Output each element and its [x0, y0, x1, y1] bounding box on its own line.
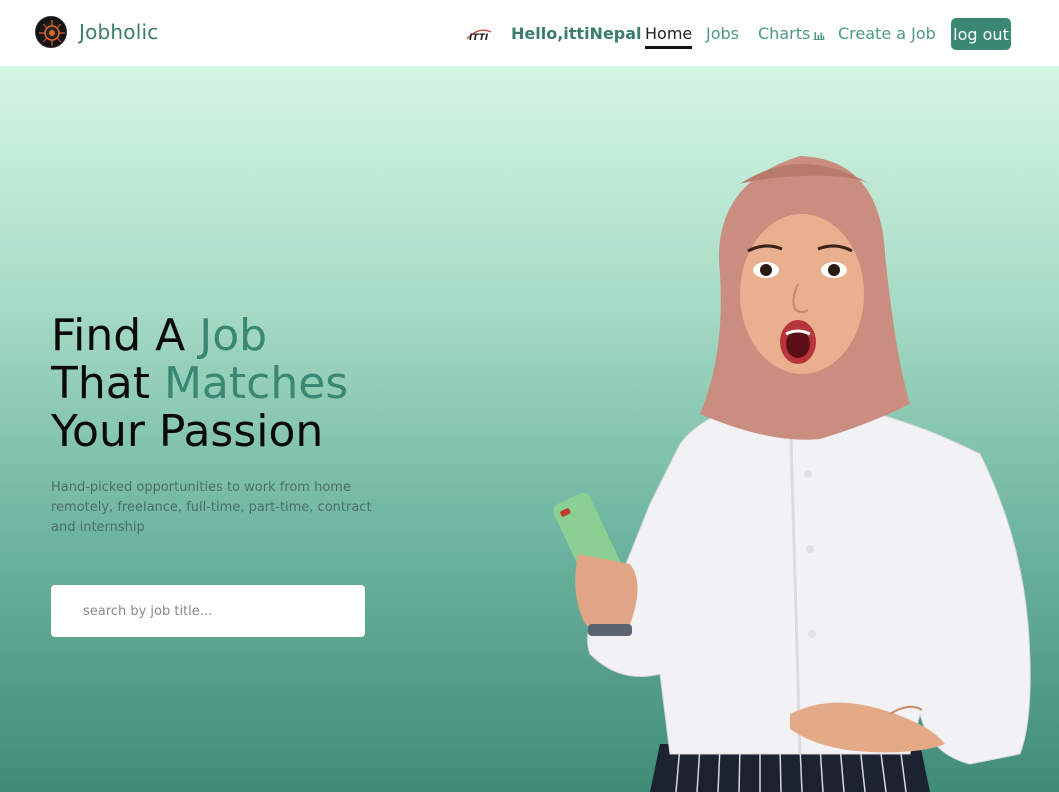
headline-line2: That Matches [51, 358, 348, 409]
brand-name: Jobholic [79, 20, 159, 44]
user-greeting: Hello,ittiNepal [511, 24, 642, 43]
headline-line2-plain: That [51, 358, 164, 409]
nav-charts-link[interactable]: Charts [758, 24, 825, 43]
bar-chart-icon [813, 32, 825, 40]
svg-text:ITTI: ITTI [469, 33, 489, 42]
nav-create-job-link[interactable]: Create a Job [838, 24, 936, 43]
surprised-woman-photo [553, 156, 1031, 792]
headline-line1-accent: Job [199, 310, 268, 361]
hero-subtext: Hand-picked opportunities to work from h… [51, 480, 372, 535]
jobholic-logo-icon [35, 16, 67, 48]
nav-jobs-link[interactable]: Jobs [706, 24, 739, 43]
headline-line1: Find A Job [51, 310, 267, 361]
nav-charts-label: Charts [758, 24, 811, 43]
nav-home-link[interactable]: Home [645, 24, 693, 49]
headline-line1-plain: Find A [51, 310, 200, 361]
brand[interactable]: Jobholic [35, 16, 158, 48]
itti-partner-logo: ITTI [465, 27, 493, 46]
headline-line2-accent: Matches [163, 358, 349, 409]
headline-line3: Your Passion [51, 406, 324, 457]
hero-section: Find A Job That Matches Your Passion Han… [0, 66, 1059, 792]
logout-button[interactable]: log out [951, 18, 1011, 50]
navbar: Jobholic ITTI Hello,ittiNepal Home Jobs … [0, 0, 1059, 66]
job-search-input[interactable] [51, 585, 365, 637]
hero-headline: Find A Job That Matches Your Passion [51, 312, 348, 456]
